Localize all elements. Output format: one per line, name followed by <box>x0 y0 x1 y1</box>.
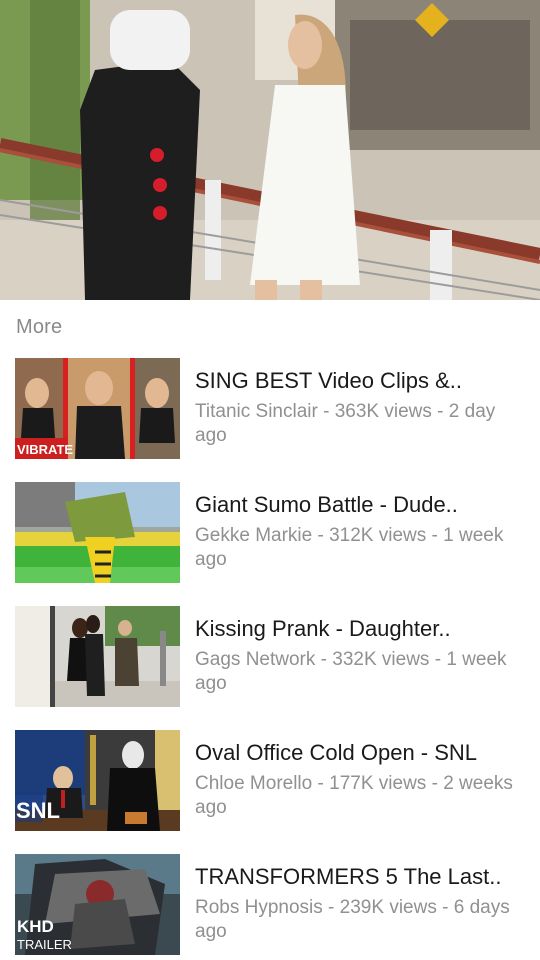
video-meta: Robs Hypnosis - 239K views - 6 days ago <box>195 896 530 944</box>
view-count: 239K views <box>339 897 437 918</box>
channel-name: Titanic Sinclair <box>195 401 318 422</box>
list-item[interactable]: KHD TRAILER TRANSFORMERS 5 The Last.. Ro… <box>0 852 540 960</box>
video-frame <box>0 0 540 300</box>
video-title[interactable]: Giant Sumo Battle - Dude.. <box>195 492 525 518</box>
meta-separator: - <box>426 773 444 794</box>
meta-separator: - <box>312 525 330 546</box>
list-item[interactable]: Giant Sumo Battle - Dude.. Gekke Markie … <box>0 480 540 604</box>
video-thumbnail[interactable]: SNL <box>15 730 180 831</box>
video-title[interactable]: Kissing Prank - Daughter.. <box>195 616 525 642</box>
meta-separator: - <box>436 897 454 918</box>
video-player[interactable] <box>0 0 540 300</box>
meta-separator: - <box>312 773 330 794</box>
meta-separator: - <box>431 401 449 422</box>
video-title[interactable]: Oval Office Cold Open - SNL <box>195 740 525 766</box>
meta-separator: - <box>315 649 333 670</box>
list-item[interactable]: SNL Oval Office Cold Open - SNL Chloe Mo… <box>0 728 540 852</box>
meta-separator: - <box>429 649 447 670</box>
video-thumbnail[interactable] <box>15 482 180 583</box>
video-title[interactable]: SING BEST Video Clips &.. <box>195 368 525 394</box>
related-videos-list: VIBRATE SING BEST Video Clips &.. Titani… <box>0 356 540 960</box>
view-count: 332K views <box>332 649 430 670</box>
video-meta: Titanic Sinclair - 363K views - 2 day ag… <box>195 400 530 448</box>
channel-name: Robs Hypnosis <box>195 897 323 918</box>
thumbnail-badge: VIBRATE <box>17 442 73 457</box>
list-item[interactable]: VIBRATE SING BEST Video Clips &.. Titani… <box>0 356 540 480</box>
meta-separator: - <box>322 897 340 918</box>
meta-separator: - <box>317 401 335 422</box>
video-thumbnail[interactable]: KHD TRAILER <box>15 854 180 955</box>
list-item[interactable]: Kissing Prank - Daughter.. Gags Network … <box>0 604 540 728</box>
meta-separator: - <box>426 525 444 546</box>
video-meta: Gekke Markie - 312K views - 1 week ago <box>195 524 530 572</box>
video-title[interactable]: TRANSFORMERS 5 The Last.. <box>195 864 525 890</box>
view-count: 312K views <box>329 525 427 546</box>
thumbnail-badge: SNL <box>16 798 60 823</box>
channel-name: Chloe Morello <box>195 773 313 794</box>
view-count: 363K views <box>334 401 432 422</box>
view-count: 177K views <box>329 773 427 794</box>
video-meta: Chloe Morello - 177K views - 2 weeks ago <box>195 772 530 820</box>
channel-name: Gekke Markie <box>195 525 313 546</box>
video-meta: Gags Network - 332K views - 1 week ago <box>195 648 530 696</box>
section-title-more: More <box>16 316 63 338</box>
video-thumbnail[interactable] <box>15 606 180 707</box>
thumbnail-badge-trailer: TRAILER <box>17 937 72 952</box>
video-thumbnail[interactable]: VIBRATE <box>15 358 180 459</box>
channel-name: Gags Network <box>195 649 316 670</box>
thumbnail-badge-hd: KHD <box>17 917 54 936</box>
